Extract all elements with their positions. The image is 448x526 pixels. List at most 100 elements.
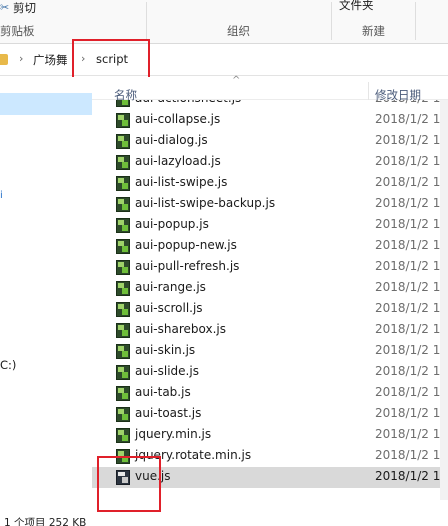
folder-icon [0, 54, 8, 65]
js-file-icon [116, 134, 130, 149]
file-date: 2018/1/2 10: [375, 448, 448, 462]
file-date: 2018/1/2 10: [375, 100, 448, 105]
file-date: 2018/1/2 10: [375, 427, 448, 441]
js-file-icon [116, 323, 130, 338]
js-file-icon [116, 302, 130, 317]
file-name: aui-popup-new.js [135, 238, 237, 252]
js-file-icon [116, 113, 130, 128]
file-date: 2018/1/2 10: [375, 406, 448, 420]
file-row[interactable]: aui-sharebox.js 2018/1/2 10: [92, 320, 448, 341]
file-row[interactable]: aui-skin.js 2018/1/2 10: [92, 341, 448, 362]
scissors-icon: ✂ [0, 1, 10, 14]
file-name: aui-tab.js [135, 385, 191, 399]
ribbon-divider [146, 2, 147, 40]
ribbon-divider [331, 2, 332, 40]
file-row[interactable]: aui-list-swipe-backup.js 2018/1/2 10: [92, 194, 448, 215]
file-date: 2018/1/2 10: [375, 259, 448, 273]
file-name: aui-skin.js [135, 343, 196, 357]
file-date: 2018/1/2 10: [375, 175, 448, 189]
file-name: jquery.rotate.min.js [135, 448, 252, 462]
clipboard-group-label: 剪贴板 [0, 24, 35, 38]
file-row[interactable]: aui-collapse.js 2018/1/2 10: [92, 110, 448, 131]
nav-selected-item[interactable] [0, 93, 92, 115]
js-file-icon [116, 218, 130, 233]
organize-group-label: 组织 [227, 24, 250, 38]
column-divider[interactable] [368, 82, 369, 100]
file-name: aui-slide.js [135, 364, 199, 378]
cut-label: 剪切 [13, 1, 36, 15]
js-file-icon [116, 344, 130, 359]
js-file-icon [116, 176, 130, 191]
file-date: 2018/1/2 10: [375, 322, 448, 336]
file-name: aui-sharebox.js [135, 322, 226, 336]
ps-file-icon [116, 470, 130, 485]
file-date: 2018/1/2 10: [375, 196, 448, 210]
file-date: 2018/1/2 10: [375, 238, 448, 252]
file-name: aui-pull-refresh.js [135, 259, 240, 273]
js-file-icon [116, 365, 130, 380]
js-file-icon [116, 386, 130, 401]
file-name: jquery.min.js [135, 427, 212, 441]
js-file-icon [116, 197, 130, 212]
file-row[interactable]: aui-actionsheet.js 2018/1/2 10: [92, 100, 448, 110]
file-name: aui-range.js [135, 280, 206, 294]
file-name: aui-list-swipe.js [135, 175, 228, 189]
nav-item-drive[interactable]: C:) [0, 358, 16, 372]
file-name: aui-lazyload.js [135, 154, 221, 168]
file-name: aui-toast.js [135, 406, 202, 420]
file-row[interactable]: aui-popup.js 2018/1/2 10: [92, 215, 448, 236]
file-date: 2018/1/2 10: [375, 385, 448, 399]
breadcrumb-parent[interactable]: 广场舞 [33, 52, 68, 68]
file-date: 2018/1/2 10: [375, 280, 448, 294]
sort-ascending-icon: ^ [232, 75, 241, 86]
file-name: vue.js [135, 469, 171, 483]
file-row[interactable]: jquery.min.js 2018/1/2 10: [92, 425, 448, 446]
new-group-label: 新建 [362, 24, 385, 38]
file-date: 2018/1/2 10: [375, 112, 448, 126]
js-file-icon [116, 260, 130, 275]
ribbon-divider [415, 2, 416, 40]
js-file-icon [116, 449, 130, 464]
file-list[interactable]: aui-actionsheet.js2018/1/2 10:aui-collap… [92, 100, 448, 500]
js-file-icon [116, 100, 130, 107]
file-date: 2018/1/2 10: [375, 343, 448, 357]
address-bar[interactable]: › 广场舞 › script [0, 44, 448, 76]
file-row[interactable]: aui-tab.js 2018/1/2 10: [92, 383, 448, 404]
status-bar: 1 个项目 252 KB [0, 512, 448, 526]
file-row[interactable]: aui-lazyload.js 2018/1/2 10: [92, 152, 448, 173]
file-row[interactable]: aui-popup-new.js 2018/1/2 10: [92, 236, 448, 257]
file-name: aui-collapse.js [135, 112, 221, 126]
new-folder-button[interactable]: 文件夹 [339, 0, 374, 13]
chevron-right-icon: › [19, 52, 24, 65]
file-date: 2018/1/2 10: [375, 364, 448, 378]
breadcrumb-current[interactable]: script [96, 52, 128, 66]
js-file-icon [116, 239, 130, 254]
vertical-scrollbar[interactable] [440, 100, 448, 500]
file-row[interactable]: aui-toast.js 2018/1/2 10: [92, 404, 448, 425]
file-row[interactable]: vue.js 2018/1/2 15: [92, 467, 448, 488]
js-file-icon [116, 281, 130, 296]
file-name: aui-scroll.js [135, 301, 203, 315]
file-name: aui-actionsheet.js [135, 100, 241, 105]
file-date: 2018/1/2 10: [375, 301, 448, 315]
info-icon: i [0, 190, 3, 201]
status-text: 1 个项目 252 KB [4, 517, 87, 526]
file-row[interactable]: aui-slide.js 2018/1/2 10: [92, 362, 448, 383]
js-file-icon [116, 407, 130, 422]
file-row[interactable]: jquery.rotate.min.js 2018/1/2 10: [92, 446, 448, 467]
chevron-right-icon: › [81, 52, 86, 65]
column-header: ^ 名称 修改日期 [92, 75, 448, 102]
js-file-icon [116, 428, 130, 443]
file-row[interactable]: aui-range.js 2018/1/2 10: [92, 278, 448, 299]
file-date: 2018/1/2 10: [375, 133, 448, 147]
file-name: aui-list-swipe-backup.js [135, 196, 276, 210]
file-date: 2018/1/2 10: [375, 154, 448, 168]
file-row[interactable]: aui-dialog.js 2018/1/2 10: [92, 131, 448, 152]
file-row[interactable]: aui-scroll.js 2018/1/2 10: [92, 299, 448, 320]
file-date: 2018/1/2 10: [375, 217, 448, 231]
navigation-pane[interactable]: i C:) [0, 77, 92, 512]
ribbon: ✂ 剪切 剪贴板 组织 文件夹 新建 [0, 0, 448, 44]
cut-button[interactable]: ✂ 剪切 [0, 0, 36, 16]
file-row[interactable]: aui-list-swipe.js 2018/1/2 10: [92, 173, 448, 194]
file-row[interactable]: aui-pull-refresh.js 2018/1/2 10: [92, 257, 448, 278]
